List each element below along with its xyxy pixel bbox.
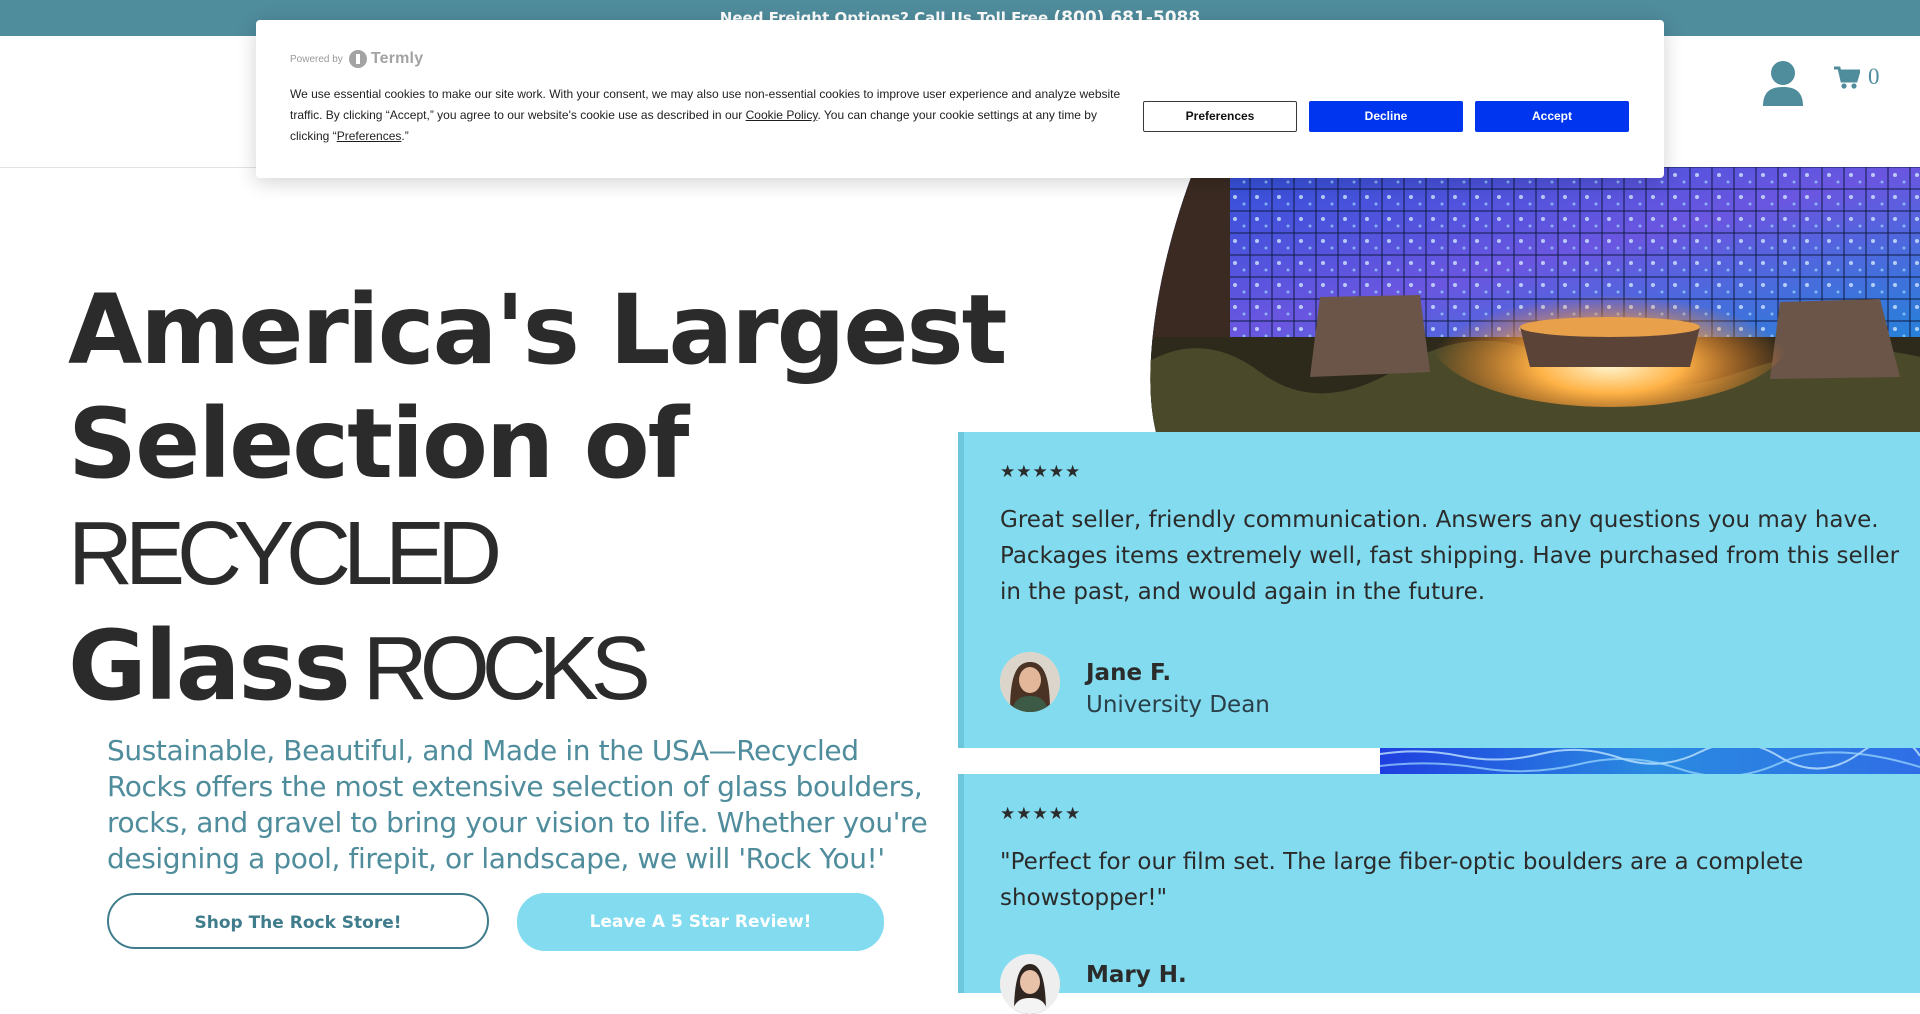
avatar	[1000, 954, 1060, 1014]
glass-texture-illustration	[1380, 748, 1920, 774]
hero-title-line-3: RECYCLED	[68, 504, 502, 604]
cookie-consent-banner: Powered by Termly We use essential cooki…	[256, 20, 1664, 178]
reviewer-role: University Dean	[1086, 692, 1270, 718]
firepit-scene-illustration	[1140, 167, 1920, 432]
reviewer-portrait	[1000, 954, 1060, 1014]
reviewer-name: Mary H.	[1086, 962, 1187, 988]
review-text: Great seller, friendly communication. An…	[1000, 507, 1900, 605]
powered-by-label: Powered by	[290, 53, 343, 65]
preferences-link[interactable]: Preferences	[337, 129, 402, 143]
review-text: "Perfect for our film set. The large fib…	[1000, 849, 1804, 911]
glass-rock-strip-image	[1380, 748, 1920, 774]
cart-count[interactable]: 0	[1868, 64, 1880, 90]
cookie-policy-link[interactable]: Cookie Policy	[746, 108, 818, 122]
hero-description: Sustainable, Beautiful, and Made in the …	[107, 734, 928, 875]
hero-title-line-4: Glass ROCKS	[68, 610, 968, 723]
shop-rock-store-button[interactable]: Shop The Rock Store!	[107, 893, 489, 949]
avatar	[1000, 652, 1060, 712]
review-card: ★★★★★ "Perfect for our film set. The lar…	[958, 774, 1920, 1014]
hero-title-rocks: ROCKS	[362, 619, 651, 719]
termly-brand: Termly	[370, 50, 424, 67]
hero-title-glass: Glass	[68, 610, 351, 722]
reviewer-portrait	[1000, 652, 1060, 712]
termly-logo-icon	[348, 50, 367, 68]
decline-button[interactable]: Decline	[1309, 101, 1463, 132]
reviewer-name: Jane F.	[1086, 660, 1172, 686]
powered-by-termly: Powered by Termly	[290, 50, 423, 68]
hero-title-line-2: Selection of	[68, 388, 689, 500]
cookie-notice-text: We use essential cookies to make our sit…	[290, 84, 1130, 147]
preferences-button[interactable]: Preferences	[1143, 101, 1297, 132]
leave-review-button[interactable]: Leave A 5 Star Review!	[517, 893, 884, 951]
star-rating-icon: ★★★★★	[1000, 804, 1082, 824]
firepit-glass-wall-image	[1140, 167, 1920, 432]
user-icon[interactable]	[1763, 60, 1803, 108]
accept-button[interactable]: Accept	[1475, 101, 1629, 132]
review-card: ★★★★★ Great seller, friendly communicati…	[958, 432, 1920, 748]
star-rating-icon: ★★★★★	[1000, 462, 1082, 482]
shopping-cart-icon[interactable]	[1834, 66, 1860, 90]
cookie-text-part-3: .”	[401, 129, 409, 143]
hero-title-line-1: America's Largest	[68, 274, 1007, 386]
hero-title: America's Largest Selection of RECYCLED …	[68, 274, 1007, 723]
